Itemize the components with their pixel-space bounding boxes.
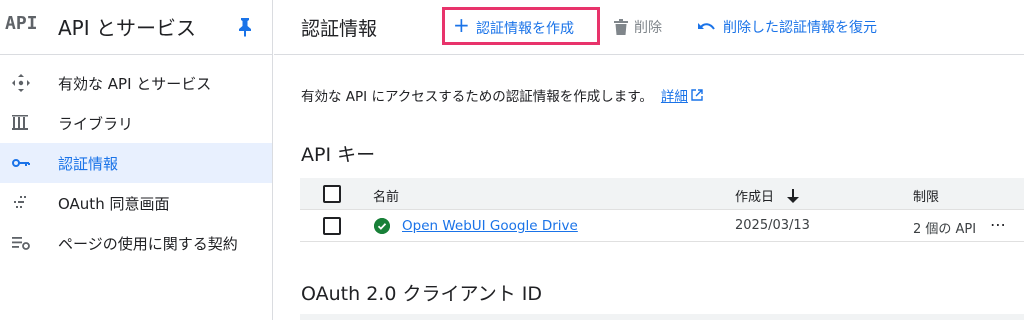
api-key-name-link[interactable]: Open WebUI Google Drive xyxy=(402,218,578,234)
page-description: 有効な API にアクセスするための認証情報を作成します。 詳細 xyxy=(301,85,703,105)
api-keys-title: API キー xyxy=(301,144,376,166)
sidebar-title: API とサービス xyxy=(58,16,196,40)
restore-label: 削除した認証情報を復元 xyxy=(723,20,877,36)
column-header-created[interactable]: 作成日 xyxy=(735,186,800,205)
sidebar-item-label: OAuth 同意画面 xyxy=(58,194,170,213)
oauth-clients-title: OAuth 2.0 クライアント ID xyxy=(301,283,542,305)
column-header-created-label: 作成日 xyxy=(735,190,775,205)
pin-icon[interactable] xyxy=(236,16,254,38)
sidebar-item-page-usage[interactable]: ページの使用に関する契約 xyxy=(0,223,272,263)
oauth-consent-icon xyxy=(10,192,32,214)
row-checkbox[interactable] xyxy=(323,217,341,235)
sidebar-item-label: 有効な API とサービス xyxy=(58,74,212,93)
more-actions-icon[interactable]: ⋯ xyxy=(990,215,1007,234)
oauth-table-header xyxy=(300,314,1024,320)
create-credentials-button[interactable]: + 認証情報を作成 xyxy=(442,7,600,45)
plus-icon: + xyxy=(453,13,470,37)
key-icon xyxy=(10,152,32,174)
column-header-name[interactable]: 名前 xyxy=(373,186,399,205)
library-icon xyxy=(10,112,32,134)
description-text: 有効な API にアクセスするための認証情報を作成します。 xyxy=(301,89,653,105)
select-all-checkbox[interactable] xyxy=(323,185,341,203)
sidebar-item-label: ライブラリ xyxy=(58,114,134,133)
column-header-limit: 制限 xyxy=(913,190,940,205)
sidebar-header: API API とサービス xyxy=(0,0,272,55)
sidebar-item-enabled-apis[interactable]: 有効な API とサービス xyxy=(0,63,272,103)
undo-icon xyxy=(698,23,715,30)
api-key-created-date: 2025/03/13 xyxy=(735,218,810,233)
api-keys-table: 名前 作成日 制限 Open WebUI Google Drive 2025/0… xyxy=(300,178,1024,242)
trash-icon xyxy=(614,19,628,35)
sidebar-item-library[interactable]: ライブラリ xyxy=(0,103,272,143)
sidebar-item-label: 認証情報 xyxy=(58,154,119,173)
sidebar-item-label: ページの使用に関する契約 xyxy=(58,234,238,253)
restore-deleted-credentials-button[interactable]: 削除した認証情報を復元 xyxy=(698,17,877,37)
create-credentials-label: 認証情報を作成 xyxy=(476,21,574,37)
arrow-down-icon xyxy=(787,188,800,203)
external-link-icon xyxy=(691,89,703,101)
sidebar-nav: 有効な API とサービス ライブラリ 認証情報 OAuth 同意画面 ページの… xyxy=(0,63,272,263)
toolbar: 認証情報 + 認証情報を作成 削除 削除した認証情報を復元 xyxy=(274,0,1024,55)
page-usage-settings-icon xyxy=(10,232,32,254)
api-services-icon xyxy=(10,72,32,94)
delete-label: 削除 xyxy=(634,20,662,36)
table-row: Open WebUI Google Drive 2025/03/13 2 個の … xyxy=(300,210,1024,242)
page-title: 認証情報 xyxy=(301,18,378,40)
sidebar: API API とサービス 有効な API とサービス ライブラリ 認証情報 O… xyxy=(0,0,273,320)
sidebar-item-credentials[interactable]: 認証情報 xyxy=(0,143,272,183)
delete-button[interactable]: 削除 xyxy=(614,17,662,37)
api-logo: API xyxy=(5,13,38,34)
details-link[interactable]: 詳細 xyxy=(661,85,688,105)
api-key-restriction: 2 個の API xyxy=(913,222,977,237)
sidebar-item-oauth-consent[interactable]: OAuth 同意画面 xyxy=(0,183,272,223)
table-header: 名前 作成日 制限 xyxy=(300,178,1024,210)
check-circle-icon xyxy=(374,218,390,234)
